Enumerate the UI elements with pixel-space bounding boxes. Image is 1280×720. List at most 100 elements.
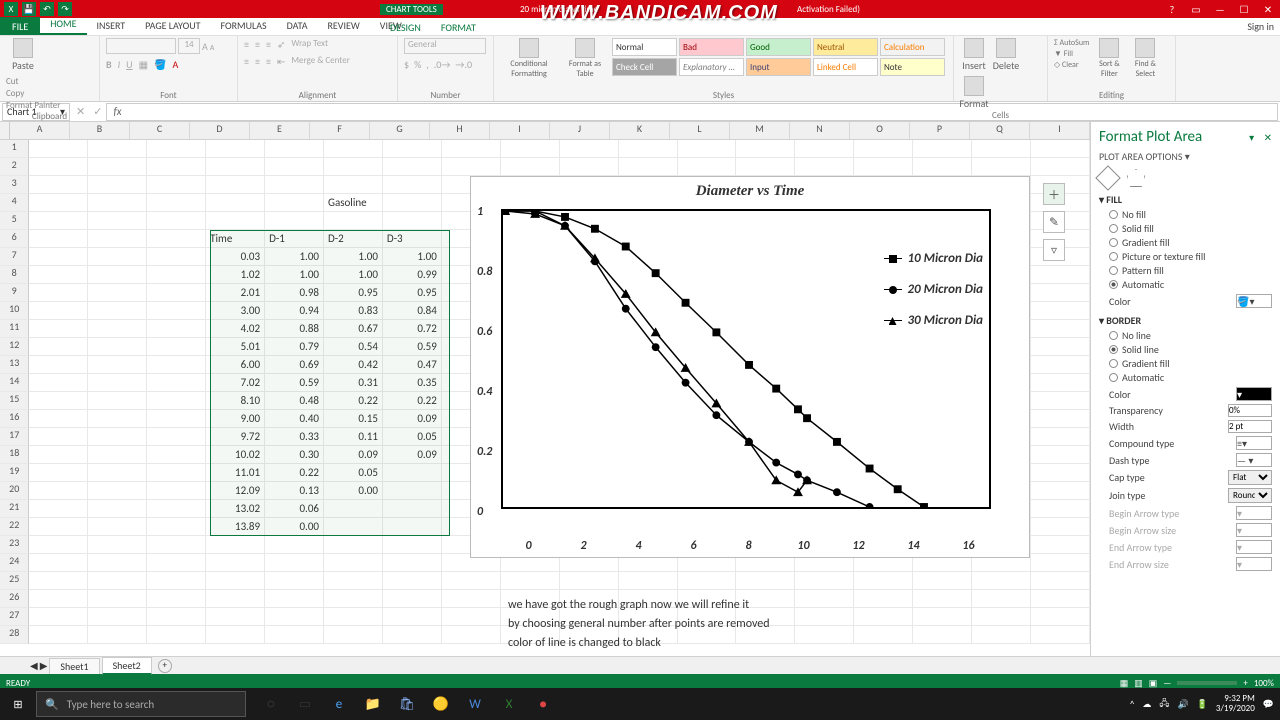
taskbar-clock[interactable]: 9:32 PM3/19/2020 xyxy=(1216,694,1255,714)
chart-legend[interactable]: 10 Micron Dia 20 Micron Dia 30 Micron Di… xyxy=(884,235,984,344)
zoom-slider[interactable] xyxy=(1177,681,1237,685)
align-mid-icon[interactable]: ≡ xyxy=(255,38,260,51)
paste-button[interactable]: Paste xyxy=(6,38,40,72)
comma-icon[interactable]: , xyxy=(426,58,429,71)
help-icon[interactable]: ? xyxy=(1160,0,1184,18)
page-layout-tab[interactable]: PAGE LAYOUT xyxy=(135,16,210,35)
copy-button[interactable]: Copy xyxy=(6,88,60,99)
orientation-icon[interactable]: ➶ xyxy=(277,38,285,51)
end-arrow-size[interactable]: ▾ xyxy=(1236,557,1272,571)
format-as-table-button[interactable]: Format as Table xyxy=(562,38,608,79)
tray-chevron-icon[interactable]: ^ xyxy=(1130,699,1134,710)
style-note[interactable]: Note xyxy=(880,58,945,76)
decrease-font-icon[interactable]: ᴀ xyxy=(210,40,215,53)
compound-select[interactable]: ≡▾ xyxy=(1236,436,1272,450)
italic-icon[interactable]: I xyxy=(118,58,121,71)
network-icon[interactable]: 🖧 xyxy=(1159,696,1169,712)
file-tab[interactable]: FILE xyxy=(0,17,40,35)
style-linked-cell[interactable]: Linked Cell xyxy=(813,58,878,76)
battery-icon[interactable]: 🔋 xyxy=(1197,699,1208,710)
fx-icon[interactable]: fx xyxy=(107,105,127,118)
chart-filters-button[interactable]: ▿ xyxy=(1043,239,1065,261)
bandicam-icon[interactable]: ● xyxy=(528,689,558,719)
fill-color-icon[interactable]: 🪣 xyxy=(154,58,166,71)
border-icon[interactable]: ▦ xyxy=(139,58,148,71)
style-good[interactable]: Good xyxy=(746,38,811,56)
font-color-icon[interactable]: A xyxy=(172,58,178,71)
auto-line-radio[interactable]: Automatic xyxy=(1109,371,1272,384)
inc-decimal-icon[interactable]: .0→ xyxy=(434,58,451,71)
style-normal[interactable]: Normal xyxy=(612,38,677,56)
data-tab[interactable]: DATA xyxy=(277,16,318,35)
chart-title[interactable]: Diameter vs Time xyxy=(471,177,1029,202)
gradient-fill-radio[interactable]: Gradient fill xyxy=(1109,236,1272,249)
sheet1-tab[interactable]: Sheet1 xyxy=(49,658,99,674)
chrome-icon[interactable]: 🟡 xyxy=(426,689,456,719)
fill-button[interactable]: ▼ Fill xyxy=(1054,49,1089,59)
number-format-select[interactable]: General xyxy=(404,38,486,54)
solid-line-radio[interactable]: Solid line xyxy=(1109,343,1272,356)
maximize-icon[interactable]: ☐ xyxy=(1232,0,1256,18)
pattern-fill-radio[interactable]: Pattern fill xyxy=(1109,264,1272,277)
view-break-icon[interactable]: ▣ xyxy=(1149,678,1158,689)
style-input[interactable]: Input xyxy=(746,58,811,76)
picture-fill-radio[interactable]: Picture or texture fill xyxy=(1109,250,1272,263)
font-size-input[interactable]: 14 xyxy=(178,38,200,54)
underline-icon[interactable]: U xyxy=(126,58,132,71)
pane-close-icon[interactable]: ✕ xyxy=(1264,131,1272,144)
start-button[interactable]: ⊞ xyxy=(0,688,36,720)
zoom-in-icon[interactable]: + xyxy=(1243,678,1247,689)
gradient-line-radio[interactable]: Gradient fill xyxy=(1109,357,1272,370)
style-neutral[interactable]: Neutral xyxy=(813,38,878,56)
auto-fill-radio[interactable]: Automatic xyxy=(1109,278,1272,291)
begin-arrow-size[interactable]: ▾ xyxy=(1236,523,1272,537)
format-painter-button[interactable]: Format Painter xyxy=(6,100,60,111)
chart-styles-button[interactable]: ✎ xyxy=(1043,211,1065,233)
pane-subtitle[interactable]: PLOT AREA OPTIONS ▾ xyxy=(1099,150,1272,163)
style-explanatory[interactable]: Explanatory … xyxy=(679,58,744,76)
no-line-radio[interactable]: No line xyxy=(1109,329,1272,342)
autosum-button[interactable]: Σ AutoSum xyxy=(1054,38,1089,48)
fill-color-swatch[interactable]: 🪣▾ xyxy=(1236,294,1272,308)
word-icon[interactable]: W xyxy=(460,689,490,719)
end-arrow-type[interactable]: ▾ xyxy=(1236,540,1272,554)
wrap-text-button[interactable]: Wrap Text xyxy=(291,38,328,51)
view-normal-icon[interactable]: ▦ xyxy=(1120,678,1129,689)
task-view-icon[interactable]: ▭ xyxy=(290,689,320,719)
align-left-icon[interactable]: ≡ xyxy=(244,55,249,68)
format-cells-button[interactable]: Format xyxy=(960,76,988,110)
begin-arrow-type[interactable]: ▾ xyxy=(1236,506,1272,520)
insert-tab[interactable]: INSERT xyxy=(87,16,136,35)
sheet-nav-last-icon[interactable]: ▶ xyxy=(40,659,48,672)
save-icon[interactable]: 💾 xyxy=(22,2,36,16)
align-center-icon[interactable]: ≡ xyxy=(255,55,260,68)
style-check-cell[interactable]: Check Cell xyxy=(612,58,677,76)
align-top-icon[interactable]: ≡ xyxy=(244,38,249,51)
width-input[interactable] xyxy=(1228,420,1272,433)
cortana-icon[interactable]: ○ xyxy=(256,689,286,719)
view-layout-icon[interactable]: ▥ xyxy=(1134,678,1143,689)
chart-container[interactable]: Diameter vs Time 10.80.60.40.20 10 Micro… xyxy=(470,176,1030,558)
dash-select[interactable]: — ▾ xyxy=(1236,453,1272,467)
line-color-swatch[interactable]: ▾ xyxy=(1236,387,1272,401)
notifications-icon[interactable]: 💬 xyxy=(1263,699,1274,710)
edge-icon[interactable]: e xyxy=(324,689,354,719)
dec-decimal-icon[interactable]: →.0 xyxy=(455,58,472,71)
bold-icon[interactable]: B xyxy=(106,58,112,71)
transparency-input[interactable] xyxy=(1228,404,1272,417)
border-section[interactable]: BORDER xyxy=(1099,314,1272,327)
minimize-icon[interactable]: — xyxy=(1208,0,1232,18)
solid-fill-radio[interactable]: Solid fill xyxy=(1109,222,1272,235)
zoom-out-icon[interactable]: — xyxy=(1163,678,1171,689)
sort-filter-button[interactable]: Sort & Filter xyxy=(1093,38,1125,79)
no-fill-radio[interactable]: No fill xyxy=(1109,208,1272,221)
sign-in-link[interactable]: Sign in xyxy=(1247,20,1274,33)
fill-line-tab-icon[interactable] xyxy=(1095,165,1120,190)
taskbar-search[interactable]: 🔍Type here to search xyxy=(36,691,246,717)
volume-icon[interactable]: 🔊 xyxy=(1177,699,1188,710)
sheet2-tab[interactable]: Sheet2 xyxy=(102,657,152,675)
delete-cells-button[interactable]: Delete xyxy=(992,38,1020,72)
cut-button[interactable]: Cut xyxy=(6,76,60,87)
sheet-nav-first-icon[interactable]: ◀ xyxy=(30,659,38,672)
percent-icon[interactable]: % xyxy=(414,58,421,71)
